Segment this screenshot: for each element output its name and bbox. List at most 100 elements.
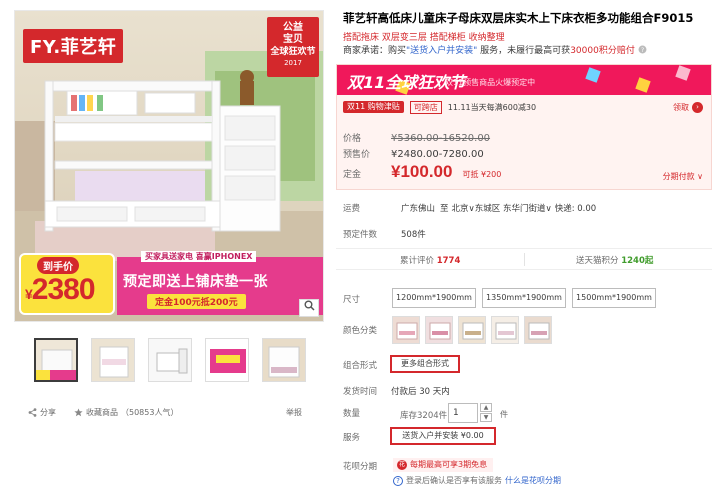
final-price-label: 到手价 [37,257,79,274]
deposit-note: 可抵 ¥200 [462,170,502,179]
allowance-text: 11.11当天每满600减30 [447,102,537,112]
swatch-image [525,317,551,343]
huabei-help-link[interactable]: 什么是花呗分期 [505,475,561,486]
color-option-4[interactable] [491,316,519,344]
favorite-button[interactable]: 收藏商品 （50853人气） [74,407,178,418]
thumbnail-image [92,339,134,381]
combo-option[interactable]: 更多组合形式 [390,355,460,373]
huabei-note-text: 登录后确认是否享有该服务 [406,476,502,485]
color-label: 颜色分类 [343,326,378,336]
swatch-image [393,317,419,343]
promo-main-text: 预定即送上铺床垫一张 [123,274,268,290]
price-promo-box: 双11全球狂欢节 双11预售商品火爆预定中 双11 购物津贴 可跨店 11.11… [336,64,712,190]
festival-line1: 公益 [283,22,303,33]
service-option[interactable]: 送货入户并安装 ¥0.00 [390,427,496,445]
decor-cube [635,77,651,93]
main-product-image[interactable]: FY.菲艺轩 公益 宝贝 全球狂欢节 2017 到手价 ¥2380 买家具送家电… [14,10,324,322]
color-option-5[interactable] [524,316,552,344]
presale-price-label: 预售价 [343,150,371,160]
reviews-stat[interactable]: 累计评价 1774 [400,254,460,266]
ship-time-value: 付款后 30 天内 [391,387,450,397]
final-price-value: ¥2380 [25,273,96,307]
report-link[interactable]: 举报 [286,407,302,418]
points-value: 1240起 [621,256,654,266]
double11-banner: 双11全球狂欢节 双11预售商品火爆预定中 [337,65,711,95]
thumbnail-3[interactable] [148,338,192,382]
thumbnail-4[interactable] [205,338,249,382]
points-label: 送天猫积分 [576,256,619,266]
share-row: 分享 收藏商品 （50853人气） 举报 [28,407,306,423]
presale-count-label: 预定件数 [343,230,378,240]
promise-service[interactable]: "送货入户并安装" [406,46,477,56]
quantity-decrease-button[interactable]: ▼ [480,413,492,422]
shipping-label: 运费 [343,204,361,214]
decor-cube [675,65,691,81]
product-subtitle: 搭配拖床 双层变三层 搭配梯柜 收纳整理 [343,33,505,43]
svg-text:?: ? [641,47,644,54]
star-icon [74,408,83,417]
reviews-label: 累计评价 [400,256,435,266]
shipping-row: 运费 广东佛山 至 北京∨东城区 东华门街道∨ 快递: 0.00 [343,202,596,214]
thumbnail-image [36,340,76,380]
chevron-down-icon: ∨ [697,172,703,181]
share-button[interactable]: 分享 [28,407,56,418]
huabei-badge-text: 每期最高可享3期免息 [410,460,488,469]
size-option-3[interactable]: 1500mm*1900mm [572,288,656,308]
logo-prefix: FY. [30,37,61,58]
color-option-1[interactable] [392,316,420,344]
shipping-destination-select[interactable]: 北京∨东城区 东华门街道∨ [452,202,552,214]
logo-name: 菲艺轩 [60,37,117,58]
size-option-2[interactable]: 1350mm*1900mm [482,288,566,308]
shopping-allowance-tag: 双11 购物津贴 [343,101,404,113]
points-stat: 送天猫积分 1240起 [576,254,653,266]
quantity-increase-button[interactable]: ▲ [480,403,492,412]
color-option-3[interactable] [458,316,486,344]
thumbnail-1[interactable] [34,338,78,382]
thumbnail-image [263,339,305,381]
swatch-image [459,317,485,343]
help-icon: ? [393,475,403,486]
quantity-input[interactable]: 1 [448,403,478,423]
favorite-count: （50853人气） [121,408,179,417]
report-label: 举报 [286,408,302,417]
zoom-button[interactable] [299,299,319,317]
thumbnail-image [149,339,191,381]
promise-middle: 服务，未履行最高可获 [480,46,571,56]
installment-link[interactable]: 分期付款 ∨ [663,171,703,182]
festival-line3: 全球狂欢节 [270,47,316,57]
final-price-tag: 到手价 ¥2380 [19,253,115,315]
color-option-2[interactable] [425,316,453,344]
thumbnail-image [206,339,248,381]
magnifier-icon [304,300,315,311]
promo-banner: 买家具送家电 喜赢IPHONEX 预定即送上铺床垫一张 定金100元抵200元 [117,251,323,315]
presale-price-value: ¥2480.00-7280.00 [391,149,484,160]
service-label: 服务 [343,433,361,443]
chevron-right-icon: › [692,102,703,113]
final-price-currency: ¥ [25,286,33,302]
deposit-label: 定金 [343,170,362,180]
cross-store-tag: 可跨店 [409,100,442,114]
double11-subtitle: 双11预售商品火爆预定中 [445,78,536,87]
thumbnail-2[interactable] [91,338,135,382]
original-price-label: 价格 [343,134,362,144]
decor-cube [585,67,601,83]
share-label: 分享 [40,408,56,417]
product-title: 菲艺轩高低床儿童床子母床双层床实木上下床衣柜多功能组合F9015 [343,11,694,25]
swatch-image [426,317,452,343]
stats-row: 累计评价 1774 送天猫积分 1240起 [336,248,712,270]
quantity-label: 数量 [343,409,361,419]
merchant-promise: 商家承诺：购买"送货入户并安装" 服务，未履行最高可获30000积分赔付 ? [343,43,647,56]
ship-time-label: 发货时间 [343,387,378,397]
question-icon[interactable]: ? [638,45,647,54]
shipping-from: 广东佛山 [401,204,436,214]
huabei-label: 花呗分期 [343,462,378,472]
shopping-allowance-line: 双11 购物津贴 可跨店 11.11当天每满600减30 [343,100,536,114]
claim-link[interactable]: 领取 › [673,102,703,113]
festival-year: 2017 [284,59,302,67]
reviews-value: 1774 [436,256,461,266]
huabei-badge: 花 每期最高可享3期免息 [393,458,494,472]
promise-points: 30000积分赔付 [570,46,635,56]
thumbnail-5[interactable] [262,338,306,382]
festival-badge: 公益 宝贝 全球狂欢节 2017 [267,17,319,77]
size-option-1[interactable]: 1200mm*1900mm [392,288,476,308]
